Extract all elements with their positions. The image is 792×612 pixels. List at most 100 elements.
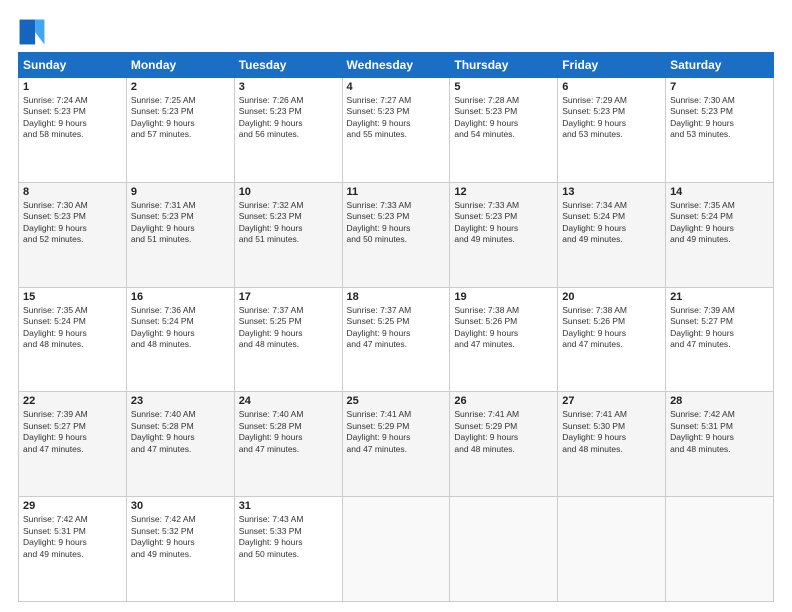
day-number: 27 — [562, 395, 661, 407]
sunset-label: Sunset: 5:30 PM — [562, 421, 625, 431]
daylight-label: Daylight: 9 hours — [347, 118, 411, 128]
daylight-label: Daylight: 9 hours — [454, 328, 518, 338]
day-info: Sunrise: 7:28 AM Sunset: 5:23 PM Dayligh… — [454, 95, 553, 141]
daylight-minutes: and 47 minutes. — [670, 339, 730, 349]
sunset-label: Sunset: 5:28 PM — [131, 421, 194, 431]
day-number: 12 — [454, 186, 553, 198]
sunrise-label: Sunrise: 7:29 AM — [562, 95, 627, 105]
daylight-minutes: and 50 minutes. — [239, 549, 299, 559]
day-number: 29 — [23, 500, 122, 512]
calendar-cell — [450, 497, 558, 602]
header-cell-saturday: Saturday — [666, 53, 774, 78]
day-number: 17 — [239, 291, 338, 303]
sunrise-label: Sunrise: 7:35 AM — [23, 305, 88, 315]
calendar-cell: 15 Sunrise: 7:35 AM Sunset: 5:24 PM Dayl… — [19, 287, 127, 392]
day-info: Sunrise: 7:32 AM Sunset: 5:23 PM Dayligh… — [239, 200, 338, 246]
calendar-week-1: 1 Sunrise: 7:24 AM Sunset: 5:23 PM Dayli… — [19, 78, 774, 183]
calendar-cell — [558, 497, 666, 602]
day-info: Sunrise: 7:40 AM Sunset: 5:28 PM Dayligh… — [131, 409, 230, 455]
day-info: Sunrise: 7:33 AM Sunset: 5:23 PM Dayligh… — [347, 200, 446, 246]
calendar-cell — [342, 497, 450, 602]
day-number: 25 — [347, 395, 446, 407]
day-number: 28 — [670, 395, 769, 407]
calendar-cell: 2 Sunrise: 7:25 AM Sunset: 5:23 PM Dayli… — [126, 78, 234, 183]
day-info: Sunrise: 7:42 AM Sunset: 5:31 PM Dayligh… — [670, 409, 769, 455]
daylight-label: Daylight: 9 hours — [239, 432, 303, 442]
daylight-minutes: and 48 minutes. — [454, 444, 514, 454]
sunset-label: Sunset: 5:24 PM — [670, 211, 733, 221]
day-number: 8 — [23, 186, 122, 198]
calendar-cell: 29 Sunrise: 7:42 AM Sunset: 5:31 PM Dayl… — [19, 497, 127, 602]
day-info: Sunrise: 7:41 AM Sunset: 5:30 PM Dayligh… — [562, 409, 661, 455]
calendar-cell: 5 Sunrise: 7:28 AM Sunset: 5:23 PM Dayli… — [450, 78, 558, 183]
sunrise-label: Sunrise: 7:39 AM — [23, 409, 88, 419]
daylight-minutes: and 49 minutes. — [670, 234, 730, 244]
daylight-label: Daylight: 9 hours — [670, 223, 734, 233]
calendar-cell: 24 Sunrise: 7:40 AM Sunset: 5:28 PM Dayl… — [234, 392, 342, 497]
day-info: Sunrise: 7:39 AM Sunset: 5:27 PM Dayligh… — [23, 409, 122, 455]
sunset-label: Sunset: 5:23 PM — [239, 106, 302, 116]
calendar-cell: 28 Sunrise: 7:42 AM Sunset: 5:31 PM Dayl… — [666, 392, 774, 497]
day-info: Sunrise: 7:24 AM Sunset: 5:23 PM Dayligh… — [23, 95, 122, 141]
daylight-minutes: and 48 minutes. — [23, 339, 83, 349]
daylight-label: Daylight: 9 hours — [562, 432, 626, 442]
sunset-label: Sunset: 5:33 PM — [239, 526, 302, 536]
sunset-label: Sunset: 5:23 PM — [347, 211, 410, 221]
day-info: Sunrise: 7:35 AM Sunset: 5:24 PM Dayligh… — [670, 200, 769, 246]
calendar-cell: 10 Sunrise: 7:32 AM Sunset: 5:23 PM Dayl… — [234, 182, 342, 287]
sunset-label: Sunset: 5:24 PM — [23, 316, 86, 326]
header-cell-sunday: Sunday — [19, 53, 127, 78]
sunset-label: Sunset: 5:23 PM — [347, 106, 410, 116]
day-info: Sunrise: 7:37 AM Sunset: 5:25 PM Dayligh… — [239, 305, 338, 351]
daylight-minutes: and 49 minutes. — [131, 549, 191, 559]
day-info: Sunrise: 7:34 AM Sunset: 5:24 PM Dayligh… — [562, 200, 661, 246]
day-info: Sunrise: 7:27 AM Sunset: 5:23 PM Dayligh… — [347, 95, 446, 141]
day-info: Sunrise: 7:43 AM Sunset: 5:33 PM Dayligh… — [239, 514, 338, 560]
daylight-label: Daylight: 9 hours — [239, 537, 303, 547]
daylight-minutes: and 55 minutes. — [347, 129, 407, 139]
daylight-label: Daylight: 9 hours — [454, 223, 518, 233]
daylight-label: Daylight: 9 hours — [347, 223, 411, 233]
calendar-cell: 26 Sunrise: 7:41 AM Sunset: 5:29 PM Dayl… — [450, 392, 558, 497]
calendar-cell: 12 Sunrise: 7:33 AM Sunset: 5:23 PM Dayl… — [450, 182, 558, 287]
sunrise-label: Sunrise: 7:30 AM — [670, 95, 735, 105]
sunrise-label: Sunrise: 7:38 AM — [562, 305, 627, 315]
calendar-cell: 22 Sunrise: 7:39 AM Sunset: 5:27 PM Dayl… — [19, 392, 127, 497]
daylight-minutes: and 47 minutes. — [347, 339, 407, 349]
daylight-label: Daylight: 9 hours — [131, 223, 195, 233]
sunrise-label: Sunrise: 7:36 AM — [131, 305, 196, 315]
day-number: 7 — [670, 81, 769, 93]
calendar-cell: 7 Sunrise: 7:30 AM Sunset: 5:23 PM Dayli… — [666, 78, 774, 183]
sunset-label: Sunset: 5:23 PM — [131, 211, 194, 221]
calendar-table: SundayMondayTuesdayWednesdayThursdayFrid… — [18, 52, 774, 602]
sunrise-label: Sunrise: 7:28 AM — [454, 95, 519, 105]
day-number: 16 — [131, 291, 230, 303]
calendar-cell: 14 Sunrise: 7:35 AM Sunset: 5:24 PM Dayl… — [666, 182, 774, 287]
day-number: 9 — [131, 186, 230, 198]
calendar-cell: 31 Sunrise: 7:43 AM Sunset: 5:33 PM Dayl… — [234, 497, 342, 602]
calendar-cell: 1 Sunrise: 7:24 AM Sunset: 5:23 PM Dayli… — [19, 78, 127, 183]
day-info: Sunrise: 7:41 AM Sunset: 5:29 PM Dayligh… — [454, 409, 553, 455]
calendar-cell — [666, 497, 774, 602]
sunrise-label: Sunrise: 7:41 AM — [562, 409, 627, 419]
header-cell-monday: Monday — [126, 53, 234, 78]
daylight-label: Daylight: 9 hours — [239, 118, 303, 128]
day-number: 20 — [562, 291, 661, 303]
logo-icon — [18, 18, 46, 46]
day-number: 5 — [454, 81, 553, 93]
daylight-minutes: and 52 minutes. — [23, 234, 83, 244]
sunset-label: Sunset: 5:23 PM — [23, 211, 86, 221]
daylight-minutes: and 58 minutes. — [23, 129, 83, 139]
sunset-label: Sunset: 5:25 PM — [347, 316, 410, 326]
daylight-minutes: and 48 minutes. — [131, 339, 191, 349]
day-info: Sunrise: 7:37 AM Sunset: 5:25 PM Dayligh… — [347, 305, 446, 351]
daylight-label: Daylight: 9 hours — [131, 537, 195, 547]
header-cell-tuesday: Tuesday — [234, 53, 342, 78]
calendar-cell: 25 Sunrise: 7:41 AM Sunset: 5:29 PM Dayl… — [342, 392, 450, 497]
sunset-label: Sunset: 5:27 PM — [23, 421, 86, 431]
day-info: Sunrise: 7:26 AM Sunset: 5:23 PM Dayligh… — [239, 95, 338, 141]
daylight-label: Daylight: 9 hours — [562, 328, 626, 338]
calendar-cell: 20 Sunrise: 7:38 AM Sunset: 5:26 PM Dayl… — [558, 287, 666, 392]
sunrise-label: Sunrise: 7:26 AM — [239, 95, 304, 105]
daylight-minutes: and 49 minutes. — [562, 234, 622, 244]
